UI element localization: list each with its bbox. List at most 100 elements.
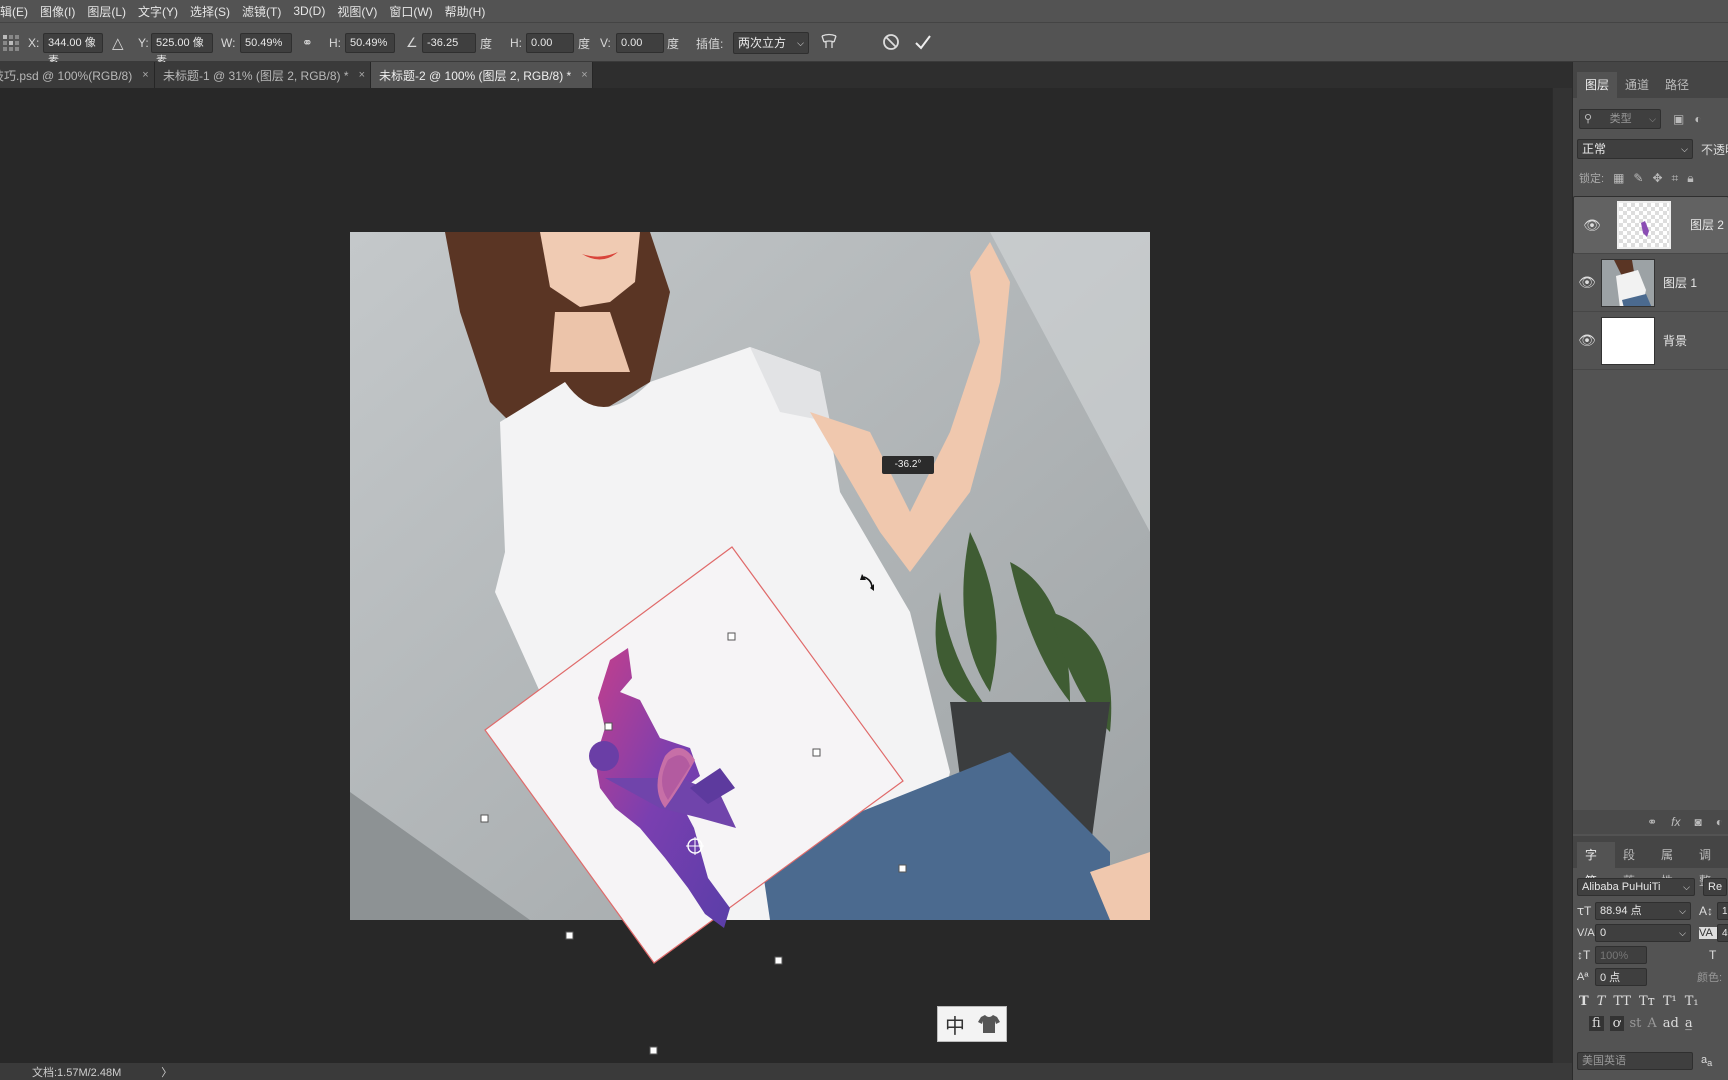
search-icon: ⚲	[1584, 113, 1593, 125]
discretionary-ligature-icon[interactable]: ơ	[1609, 1016, 1624, 1031]
swash-icon[interactable]: A	[1647, 1016, 1656, 1031]
y-field[interactable]: 525.00 像素	[151, 33, 213, 67]
faux-bold-icon[interactable]: T	[1579, 994, 1589, 1009]
tab-adjustments[interactable]: 调整	[1691, 842, 1728, 888]
tab-properties[interactable]: 属性	[1653, 842, 1691, 888]
menu-edit[interactable]: 辑(E)	[0, 3, 34, 20]
vscale-row: ↕T 100% T	[1577, 946, 1716, 964]
language-select[interactable]: 美国英语	[1577, 1052, 1693, 1070]
lock-transparent-icon[interactable]: ▦	[1613, 171, 1624, 185]
font-row: Alibaba PuHuiTi ⌵ Re	[1577, 878, 1727, 896]
adjust-filter-icon[interactable]: ◐	[1694, 112, 1701, 126]
font-size-icon: ꚍT	[1577, 904, 1592, 918]
anti-alias-icon[interactable]: aa	[1701, 1054, 1712, 1068]
status-bar: 文档:1.57M/2.48M 〉	[0, 1063, 1572, 1080]
warp-icon[interactable]	[820, 32, 838, 54]
layer-row-background[interactable]: 👁︎ 背景	[1573, 312, 1728, 370]
close-icon[interactable]: ×	[581, 69, 587, 81]
baseline-row: Aª 0 点 颜色:	[1577, 968, 1722, 986]
lock-all-icon[interactable]: 🔒︎	[1687, 171, 1693, 186]
menu-image[interactable]: 图像(I)	[40, 3, 81, 20]
small-caps-icon[interactable]: Tт	[1639, 994, 1655, 1009]
tracking-field[interactable]: 40	[1717, 924, 1728, 942]
image-filter-icon[interactable]: ▣	[1673, 112, 1684, 126]
layer-row-layer1[interactable]: 👁︎ 图层 1	[1573, 254, 1728, 312]
close-icon[interactable]: ×	[142, 69, 148, 81]
menu-3d[interactable]: 3D(D)	[293, 4, 331, 18]
layer-name: 图层 1	[1663, 276, 1698, 290]
superscript-icon[interactable]: T¹	[1663, 994, 1677, 1009]
status-expand-arrow[interactable]: 〉	[161, 1064, 172, 1080]
width-field[interactable]: 50.49%	[240, 33, 292, 53]
tab-document-1[interactable]: 技巧.psd @ 100%(RGB/8) ×	[0, 62, 155, 88]
fx-icon[interactable]: fx	[1671, 815, 1680, 829]
menu-window[interactable]: 窗口(W)	[389, 3, 438, 20]
hskew-field[interactable]: 0.00	[526, 33, 574, 53]
font-size-field[interactable]: 88.94 点 ⌵	[1595, 902, 1691, 920]
lock-move-icon[interactable]: ✥	[1652, 171, 1662, 185]
stylistic-icon[interactable]: st	[1630, 1016, 1642, 1031]
mask-icon[interactable]: ◙	[1695, 815, 1702, 829]
delta-icon[interactable]: △	[112, 34, 124, 52]
titling-icon[interactable]: ad	[1663, 1016, 1679, 1031]
layer-name: 背景	[1663, 334, 1688, 348]
menu-help[interactable]: 帮助(H)	[445, 3, 492, 20]
tab-paths[interactable]: 路径	[1657, 72, 1697, 98]
leading-field[interactable]: 123	[1717, 902, 1728, 920]
angle-field[interactable]: -36.25	[422, 33, 476, 53]
faux-italic-icon[interactable]: T	[1597, 994, 1606, 1009]
tab-label: 技巧.psd @ 100%(RGB/8)	[0, 68, 133, 83]
interpolation-select[interactable]: 两次立方 ⌵	[733, 32, 809, 54]
ime-mode-char[interactable]: 中	[938, 1010, 972, 1039]
lock-brush-icon[interactable]: ✎	[1633, 171, 1643, 185]
height-field[interactable]: 50.49%	[345, 33, 395, 53]
canvas-area[interactable]: -36.2° 中	[0, 88, 1552, 1063]
menu-select[interactable]: 选择(S)	[190, 3, 236, 20]
vskew-field[interactable]: 0.00	[616, 33, 664, 53]
layer-filter-select[interactable]: ⚲ 类型 ⌵	[1579, 109, 1661, 129]
tab-document-2[interactable]: 未标题-1 @ 31% (图层 2, RGB/8) * ×	[155, 62, 371, 88]
close-icon[interactable]: ×	[359, 69, 365, 81]
vertical-scrollbar[interactable]	[1552, 88, 1572, 1063]
hskew-label: H:	[510, 36, 522, 50]
photo-layer[interactable]	[350, 232, 1150, 920]
tab-layers[interactable]: 图层	[1577, 72, 1618, 98]
blend-mode-select[interactable]: 正常 ⌵	[1577, 139, 1693, 159]
menu-filter[interactable]: 滤镜(T)	[242, 3, 287, 20]
all-caps-icon[interactable]: TT	[1613, 994, 1631, 1009]
chevron-down-icon: ⌵	[1679, 906, 1686, 916]
lock-artboard-icon[interactable]: ⌗	[1672, 171, 1679, 186]
reference-point-icon[interactable]	[2, 23, 20, 63]
link-layers-icon[interactable]: ⚭	[1647, 815, 1657, 829]
ordinal-icon[interactable]: a̲	[1685, 1016, 1693, 1031]
handle-bottom-right	[774, 956, 783, 965]
tab-label: 未标题-2 @ 100% (图层 2, RGB/8) *	[379, 68, 572, 83]
link-icon[interactable]: ⚭	[302, 35, 313, 51]
font-family-select[interactable]: Alibaba PuHuiTi ⌵	[1577, 878, 1695, 896]
visibility-eye-icon[interactable]: 👁︎	[1573, 332, 1601, 349]
menu-type[interactable]: 文字(Y)	[138, 3, 184, 20]
tab-document-3[interactable]: 未标题-2 @ 100% (图层 2, RGB/8) * ×	[371, 62, 593, 88]
menu-view[interactable]: 视图(V)	[337, 3, 383, 20]
commit-transform-icon[interactable]	[914, 33, 932, 54]
subscript-icon[interactable]: T₁	[1685, 994, 1699, 1009]
cancel-transform-icon[interactable]	[882, 33, 900, 54]
chevron-down-icon: ⌵	[1649, 114, 1656, 124]
adjustment-icon[interactable]: ◐	[1716, 815, 1723, 829]
font-size-value: 88.94 点	[1600, 905, 1642, 917]
tab-paragraph[interactable]: 段落	[1615, 842, 1653, 888]
shirt-icon[interactable]	[972, 1014, 1006, 1034]
baseline-field[interactable]: 0 点	[1595, 968, 1647, 986]
layer-row-layer2[interactable]: 👁︎ 图层 2	[1573, 196, 1728, 254]
menu-layer[interactable]: 图层(L)	[87, 3, 132, 20]
font-style-select[interactable]: Re	[1703, 878, 1727, 896]
x-field[interactable]: 344.00 像素	[43, 33, 103, 67]
vertical-scale-field[interactable]: 100%	[1595, 946, 1647, 964]
tab-character[interactable]: 字符	[1577, 842, 1615, 888]
kerning-field[interactable]: 0 ⌵	[1595, 924, 1691, 942]
ime-toolbar[interactable]: 中	[937, 1006, 1007, 1042]
visibility-eye-icon[interactable]: 👁︎	[1578, 215, 1606, 235]
ligature-icon[interactable]: fi	[1589, 1016, 1604, 1031]
visibility-eye-icon[interactable]: 👁︎	[1573, 274, 1601, 291]
tab-channels[interactable]: 通道	[1617, 72, 1657, 98]
